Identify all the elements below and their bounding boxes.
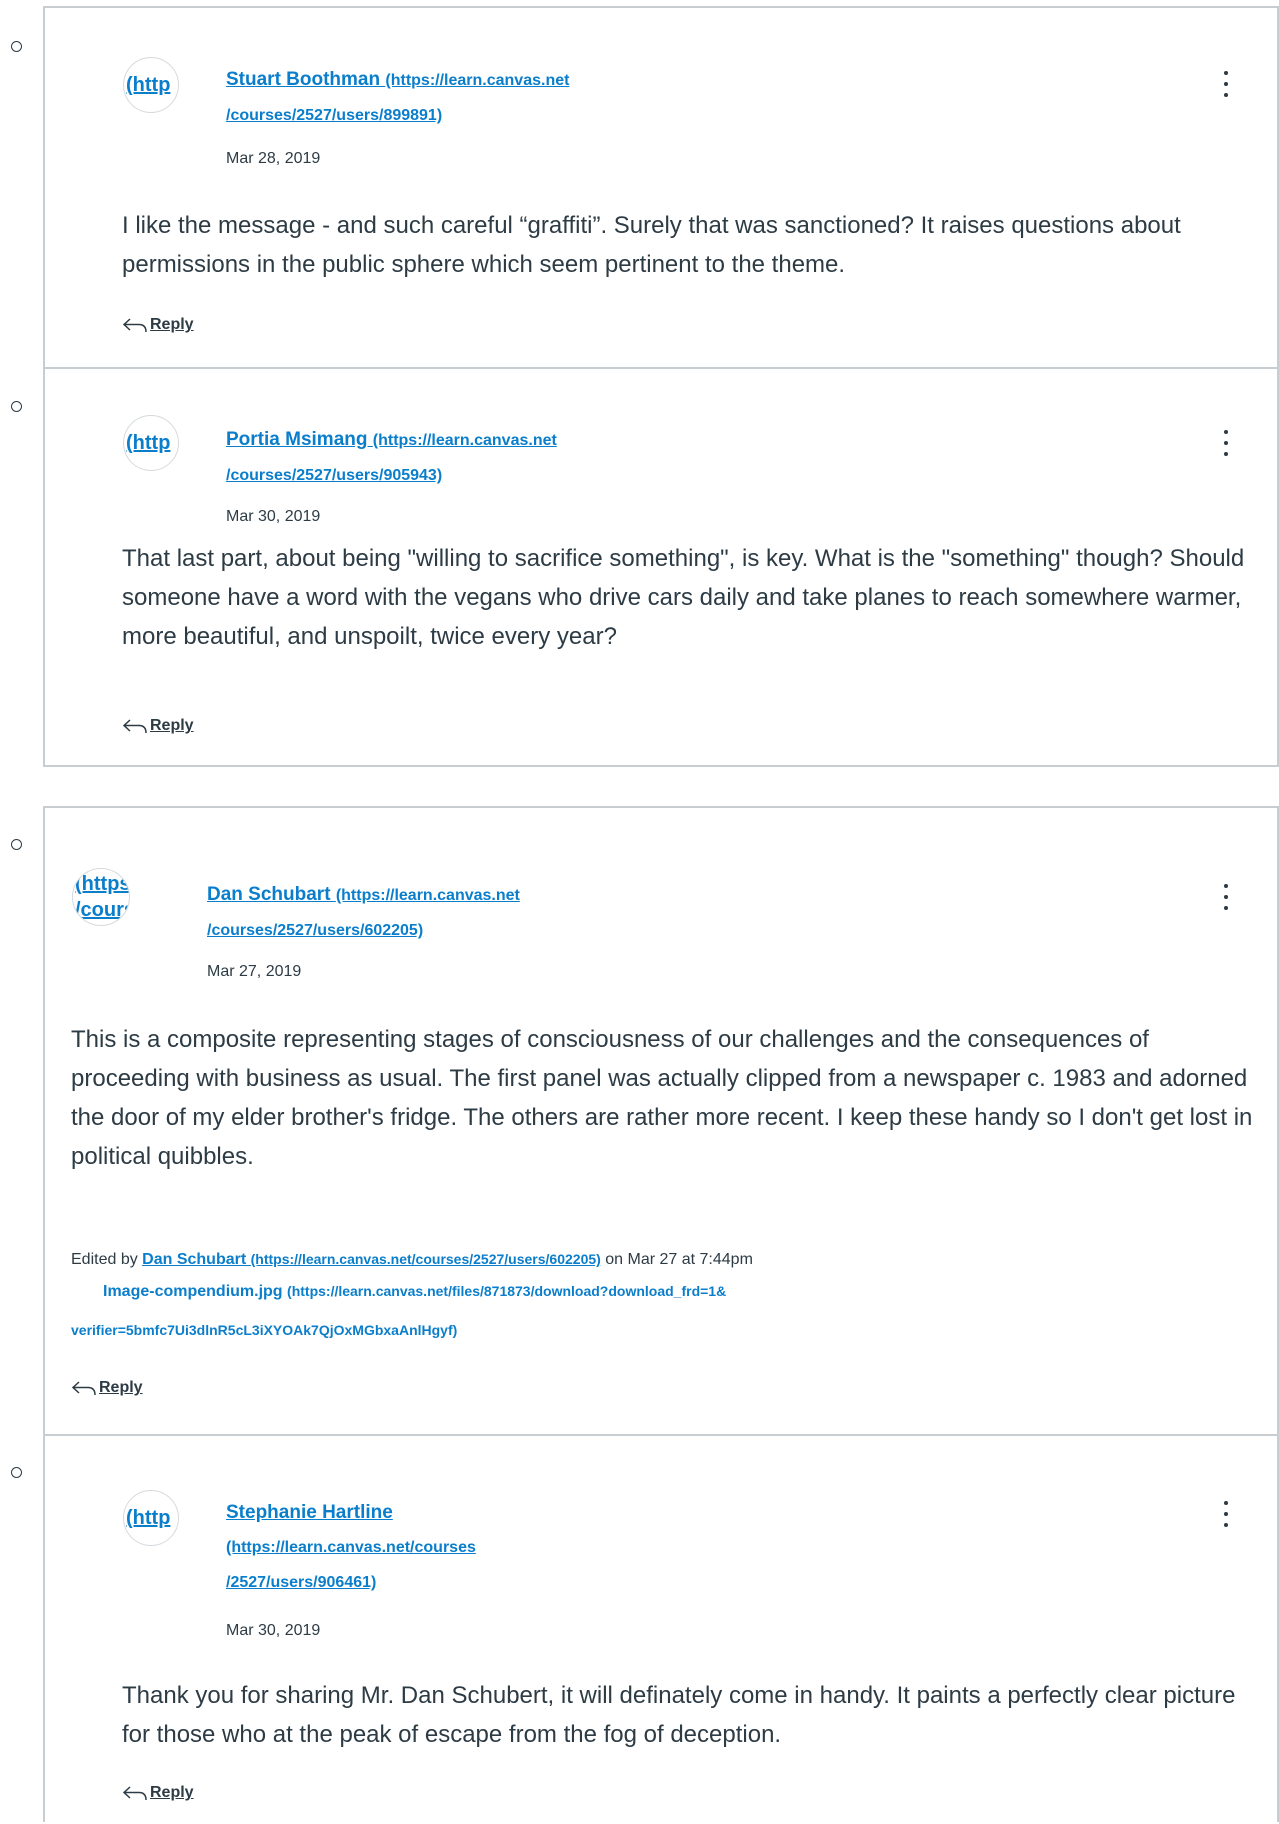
discussion-entry: (https:/ /course Dan Schubart (https://l… [11, 808, 1277, 1434]
avatar[interactable]: (http [123, 1490, 179, 1546]
avatar-alt-text-continued: /course [75, 899, 129, 921]
reply-button[interactable]: Reply [122, 1783, 194, 1803]
author-link[interactable]: Dan Schubart (https://learn.canvas.net /… [207, 878, 520, 948]
post-date: Mar 28, 2019 [226, 150, 321, 167]
reply-arrow-icon [122, 1786, 147, 1801]
post-message: I like the message - and such careful “g… [122, 212, 1181, 278]
avatar-alt-text: (http [126, 1507, 171, 1529]
author-link[interactable]: Stuart Boothman (https://learn.canvas.ne… [226, 63, 569, 133]
kebab-menu-icon[interactable] [1222, 71, 1230, 97]
post-date: Mar 30, 2019 [226, 508, 321, 525]
circle-outline-icon [11, 401, 22, 412]
avatar-alt-text: (http [126, 432, 171, 454]
avatar[interactable]: (http [123, 57, 179, 113]
discussion-entry: (http Stephanie Hartline (https://learn.… [11, 1434, 1277, 1824]
edited-author-name: Dan Schubart [142, 1251, 247, 1268]
author-url: (https://learn.canvas.net/courses [226, 1539, 476, 1556]
kebab-menu-icon[interactable] [1222, 884, 1230, 910]
author-url: (https://learn.canvas.net [335, 887, 520, 904]
kebab-menu-icon[interactable] [1222, 1501, 1230, 1527]
edited-suffix: on Mar 27 at 7:44pm [600, 1251, 753, 1268]
circle-outline-icon [11, 41, 22, 52]
avatar[interactable]: (https:/ /course [72, 868, 130, 926]
reply-button[interactable]: Reply [71, 1378, 143, 1398]
edited-author-link[interactable]: Dan Schubart (https://learn.canvas.net/c… [142, 1251, 601, 1268]
attachment-name: Image-compendium.jpg [103, 1283, 283, 1300]
attachment-link[interactable]: Image-compendium.jpg (https://learn.canv… [71, 1272, 1261, 1350]
reply-label: Reply [150, 717, 194, 734]
circle-outline-icon [11, 1467, 22, 1478]
discussion-thread: (http Stuart Boothman (https://learn.can… [11, 6, 1279, 767]
circle-outline-icon [11, 839, 22, 850]
attachment-url: (https://learn.canvas.net/files/871873/d… [287, 1283, 727, 1299]
author-url: (https://learn.canvas.net [372, 432, 557, 449]
author-name: Stuart Boothman [226, 69, 381, 90]
author-url-continued: /courses/2527/users/602205) [207, 922, 424, 939]
discussion-thread: (https:/ /course Dan Schubart (https://l… [11, 806, 1279, 1824]
discussion-entry: (http Stuart Boothman (https://learn.can… [11, 8, 1277, 368]
author-url: (https://learn.canvas.net [385, 72, 570, 89]
discussion-entry: (http Portia Msimang (https://learn.canv… [11, 367, 1277, 767]
avatar-alt-text: (https:/ [75, 873, 130, 895]
post-date: Mar 27, 2019 [207, 963, 302, 980]
reply-button[interactable]: Reply [122, 716, 194, 736]
author-url-continued: /courses/2527/users/905943) [226, 467, 443, 484]
kebab-menu-icon[interactable] [1222, 430, 1230, 456]
edited-author-url: (https://learn.canvas.net/courses/2527/u… [250, 1251, 601, 1267]
author-link[interactable]: Portia Msimang (https://learn.canvas.net… [226, 423, 557, 493]
reply-button[interactable]: Reply [122, 315, 194, 335]
post-date: Mar 30, 2019 [226, 1622, 321, 1639]
edited-note: Edited by Dan Schubart (https://learn.ca… [71, 1251, 753, 1269]
edited-prefix: Edited by [71, 1251, 143, 1268]
author-name: Portia Msimang [226, 429, 368, 450]
avatar[interactable]: (http [123, 415, 179, 471]
author-name: Stephanie Hartline [226, 1502, 393, 1523]
reply-label: Reply [150, 1784, 194, 1801]
reply-arrow-icon [122, 318, 147, 333]
reply-arrow-icon [122, 719, 147, 734]
post-message: That last part, about being "willing to … [122, 545, 1245, 650]
reply-label: Reply [99, 1379, 143, 1396]
avatar-alt-text: (http [126, 74, 171, 96]
attachment-url-continued: verifier=5bmfc7Ui3dlnR5cL3iXYOAk7QjOxMGb… [71, 1322, 458, 1338]
author-url-continued: /2527/users/906461) [226, 1574, 377, 1591]
reply-label: Reply [150, 316, 194, 333]
post-message: This is a composite representing stages … [71, 1026, 1253, 1170]
author-name: Dan Schubart [207, 884, 331, 905]
author-link[interactable]: Stephanie Hartline (https://learn.canvas… [226, 1496, 546, 1600]
author-url-continued: /courses/2527/users/899891) [226, 107, 443, 124]
post-message: Thank you for sharing Mr. Dan Schubert, … [122, 1682, 1236, 1748]
reply-arrow-icon [71, 1381, 96, 1396]
